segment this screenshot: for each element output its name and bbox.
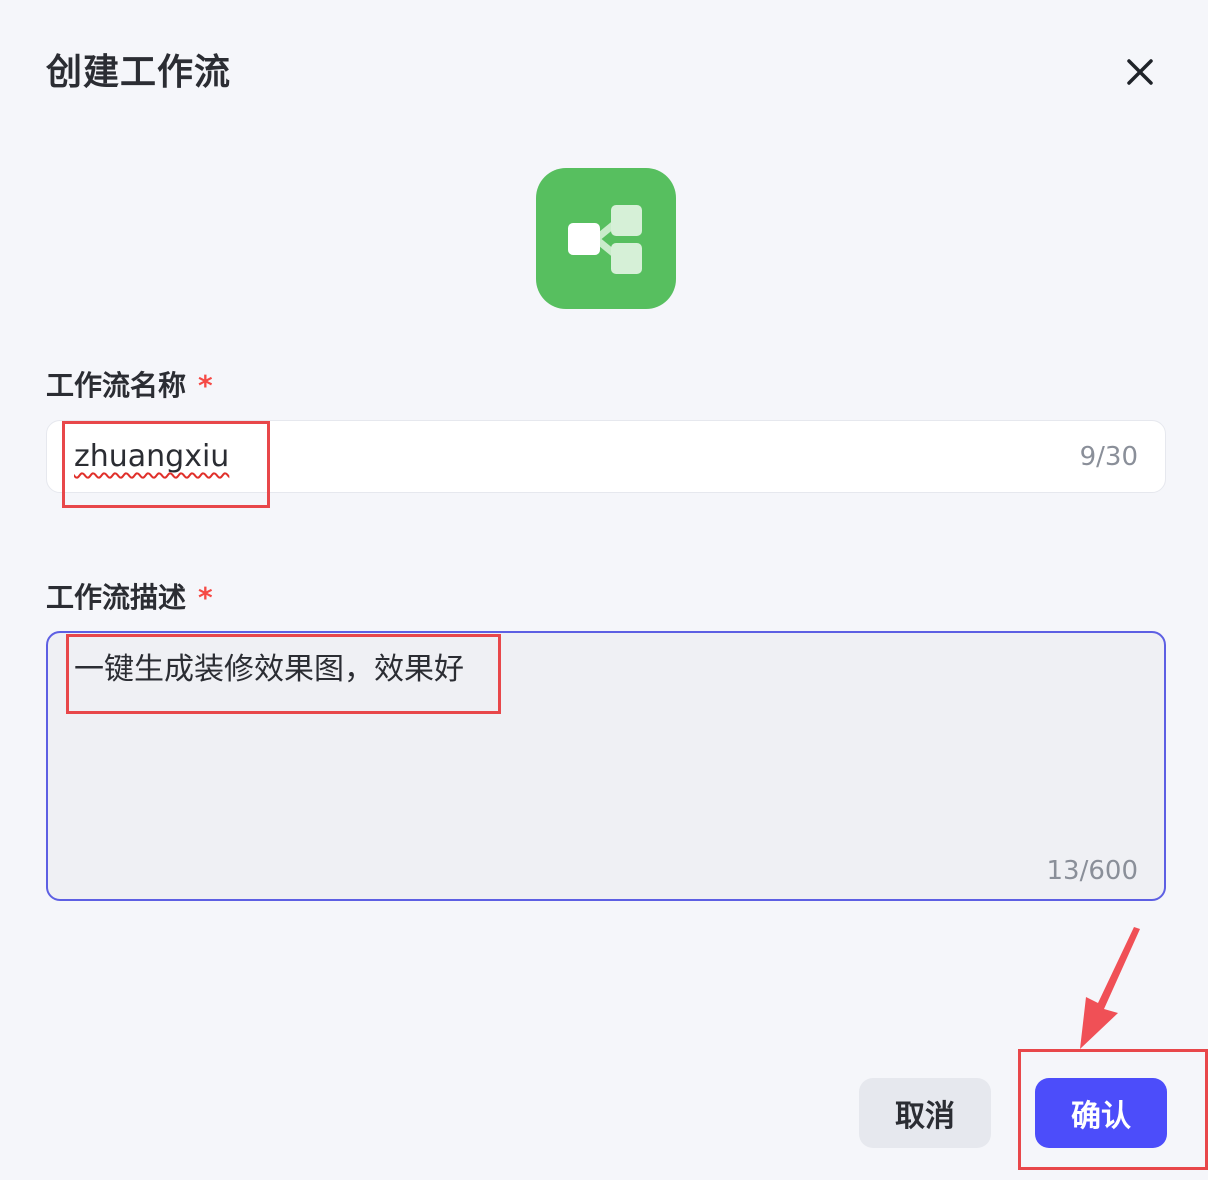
workflow-name-value[interactable]: zhuangxiu: [74, 437, 229, 477]
workflow-description-counter: 13/600: [1046, 856, 1138, 886]
required-mark: *: [198, 369, 213, 402]
workflow-description-value[interactable]: 一键生成装修效果图，效果好: [74, 649, 464, 691]
workflow-name-input[interactable]: zhuangxiu 9/30: [46, 420, 1166, 493]
workflow-icon[interactable]: [536, 168, 676, 309]
workflow-description-label: 工作流描述 *: [46, 578, 213, 618]
workflow-name-counter: 9/30: [1079, 442, 1138, 472]
close-icon: [1127, 59, 1153, 85]
dialog-title: 创建工作流: [46, 52, 232, 93]
annotation-arrow-icon: [1080, 927, 1140, 1049]
required-mark: *: [198, 581, 213, 614]
workflow-description-label-text: 工作流描述: [46, 581, 187, 614]
cancel-button[interactable]: 取消: [859, 1078, 991, 1148]
workflow-name-label: 工作流名称 *: [46, 366, 213, 406]
confirm-button[interactable]: 确认: [1035, 1078, 1167, 1148]
close-button[interactable]: [1116, 48, 1164, 96]
workflow-name-label-text: 工作流名称: [46, 369, 187, 402]
workflow-branch-icon: [568, 204, 642, 274]
workflow-description-textarea[interactable]: 一键生成装修效果图，效果好 13/600: [46, 631, 1166, 901]
